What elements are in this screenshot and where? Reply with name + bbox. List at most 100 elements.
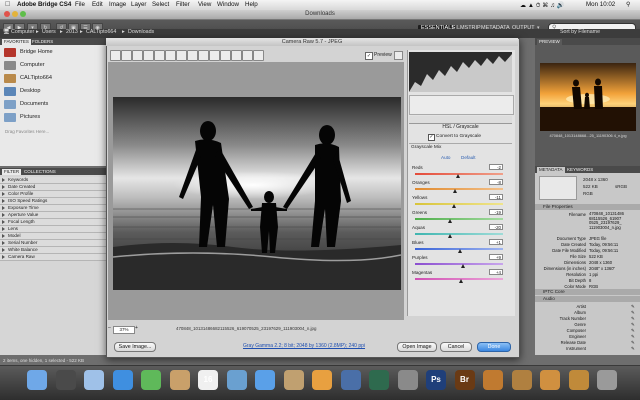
white-balance-tool-icon[interactable] [132,50,143,61]
slider-thumb[interactable] [461,264,466,268]
rotate-cw-icon[interactable] [253,50,264,61]
hand-tool-icon[interactable] [121,50,132,61]
status-icons[interactable]: ☁ ▲ ⏱ ⌘ ♫ 🔊 [520,1,564,10]
slider-track[interactable] [415,188,503,190]
thumbnail-1[interactable] [483,370,503,390]
straighten-tool-icon[interactable] [176,50,187,61]
imovie-icon[interactable] [283,370,304,390]
iptc-core-header[interactable]: IPTC Core [535,289,640,295]
slider-thumb[interactable] [448,234,453,238]
filter-category[interactable]: Color Profile [0,191,107,198]
red-eye-tool-icon[interactable] [198,50,209,61]
menu-image[interactable]: Image [109,1,126,8]
breadcrumb-item-downloads[interactable]: Downloads [128,29,154,35]
iphoto-icon[interactable] [226,370,247,390]
finder-icon[interactable] [27,370,47,390]
zoom-level-menu[interactable]: 37% [113,326,135,334]
slider-thumb[interactable] [458,279,463,283]
spotlight-icon[interactable]: ⚲ [626,1,631,8]
filter-category[interactable]: Aperture Value [0,212,107,219]
menu-file[interactable]: File [75,1,85,8]
slider-value-field[interactable]: +4 [489,269,503,275]
convert-to-grayscale-checkbox[interactable]: ✓ [428,134,435,141]
garageband-icon[interactable] [312,370,332,390]
filter-category[interactable]: Date Created [0,184,107,191]
slider-track[interactable] [415,233,503,235]
graduated-filter-icon[interactable] [220,50,231,61]
slider-value-field[interactable]: -19 [489,209,503,215]
slider-thumb[interactable] [451,204,456,208]
bridge-icon[interactable]: Br [454,370,475,390]
system-preferences-icon[interactable] [397,370,418,390]
spot-removal-tool-icon[interactable] [187,50,198,61]
slider-track[interactable] [415,263,503,265]
filter-category[interactable]: White Balance [0,247,107,254]
filter-category[interactable]: Camera Raw [0,254,107,261]
tab-filter[interactable]: FILTER [2,169,22,175]
rotate-ccw-icon[interactable] [242,50,253,61]
sidebar-item-favorite[interactable]: Documents [3,99,103,110]
save-image-button[interactable]: Save Image... [114,342,156,352]
sidebar-item-favorite[interactable]: Desktop [3,86,103,97]
edit-pencil-icon[interactable]: ✎ [631,346,635,352]
menubar-clock[interactable]: Mon 10:02 [586,1,615,8]
slider-track[interactable] [415,203,503,205]
app-name-menu[interactable]: Adobe Bridge CS4 [17,1,71,8]
address-book-icon[interactable] [169,370,190,390]
apple-menu-icon[interactable]:  [5,1,10,8]
filter-category[interactable]: Lens [0,226,107,233]
slider-thumb[interactable] [457,249,462,253]
filter-category[interactable]: Serial Number [0,240,107,247]
breadcrumb-item-home[interactable]: CALTipto664 [86,29,116,35]
cancel-button[interactable]: Cancel [440,342,472,352]
trash-icon[interactable] [597,370,617,390]
slider-value-field[interactable]: -20 [489,224,503,230]
slider-value-field[interactable]: -8 [489,179,503,185]
preferences-icon[interactable] [231,50,242,61]
filter-category[interactable]: Model [0,233,107,240]
filter-category[interactable]: Exposure Time [0,205,107,212]
sort-by-menu[interactable]: Sort by Filename [560,29,600,35]
photoshop-icon[interactable]: Ps [426,370,446,390]
slider-thumb[interactable] [453,189,458,193]
ichat-icon[interactable] [141,370,161,390]
done-button[interactable]: Done [477,342,511,352]
dashboard-icon[interactable] [55,370,76,390]
slider-thumb[interactable] [448,219,453,223]
spaces-icon[interactable] [340,370,361,390]
sidebar-item-favorite[interactable]: Computer [3,60,103,71]
auto-link[interactable]: Auto [441,155,450,160]
filter-category[interactable]: Focal Length [0,219,107,226]
targeted-adjustment-tool-icon[interactable] [154,50,165,61]
breadcrumb-item-2013[interactable]: 2013 [66,29,78,35]
safari-icon[interactable] [112,370,133,390]
ical-icon[interactable]: 16 [198,370,218,390]
slider-thumb[interactable] [456,174,461,178]
adjustment-brush-icon[interactable] [209,50,220,61]
slider-track[interactable] [415,218,503,220]
preview-thumbnail[interactable] [540,63,636,131]
tab-preview[interactable]: PREVIEW [537,39,562,45]
slider-value-field[interactable]: -11 [489,194,503,200]
slider-value-field[interactable]: -2 [489,164,503,170]
menu-layer[interactable]: Layer [131,1,146,8]
menu-view[interactable]: View [198,1,211,8]
zoom-in-button[interactable]: + [135,325,138,331]
itunes-icon[interactable] [255,370,275,390]
default-link[interactable]: Default [461,155,476,160]
crop-tool-icon[interactable] [165,50,176,61]
zoom-tool-icon[interactable] [110,50,121,61]
time-machine-icon[interactable] [369,370,389,390]
menu-filter[interactable]: Filter [176,1,190,8]
open-image-button[interactable]: Open Image [397,342,437,352]
thumbnail-4[interactable] [568,370,589,390]
menu-window[interactable]: Window [217,1,239,8]
sidebar-item-favorite[interactable]: Bridge Home [3,47,103,58]
tab-folders[interactable]: FOLDERS [30,39,55,45]
thumbnail-3[interactable] [540,370,560,390]
mail-icon[interactable] [84,370,104,390]
preview-checkbox[interactable]: ✓ [365,52,373,60]
breadcrumb-item-computer[interactable]: Computer [11,29,34,35]
color-sampler-tool-icon[interactable] [143,50,154,61]
breadcrumb-item-users[interactable]: Users [42,29,56,35]
